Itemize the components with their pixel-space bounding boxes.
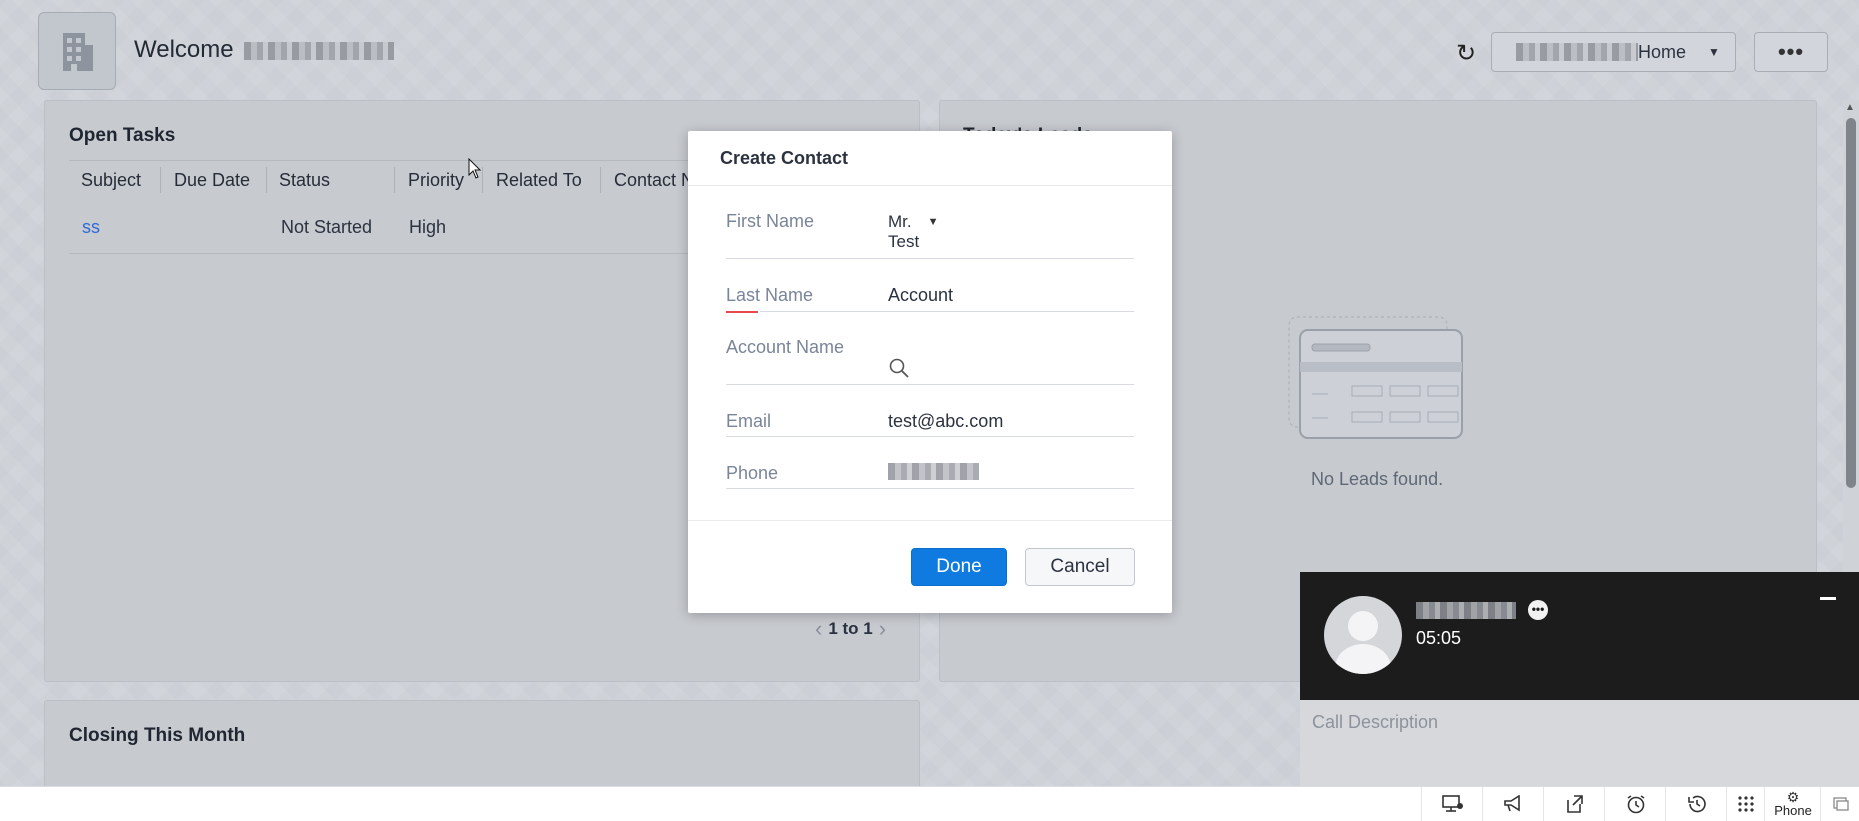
- account-name-label: Account Name: [726, 337, 845, 357]
- phone-label: Phone: [1774, 802, 1812, 818]
- avatar: [1324, 596, 1402, 674]
- call-timer: 05:05: [1416, 628, 1462, 648]
- column-divider: [482, 167, 483, 193]
- modal-footer-divider: [688, 520, 1172, 521]
- column-divider: [160, 167, 161, 193]
- last-name-input[interactable]: Account: [888, 285, 953, 306]
- screen-share-button[interactable]: [1421, 787, 1483, 821]
- modal-title: Create Contact: [720, 148, 849, 168]
- chat-icon: [1832, 797, 1849, 811]
- reminders-button[interactable]: [1604, 787, 1666, 821]
- building-icon: [63, 33, 93, 71]
- field-underline: [726, 258, 1134, 259]
- field-underline: [726, 436, 1134, 437]
- empty-leads-illustration: [1288, 316, 1468, 447]
- chevron-down-icon: ▼: [1708, 45, 1720, 59]
- field-underline: [726, 488, 1134, 489]
- megaphone-icon: [1503, 795, 1520, 812]
- account-name-input[interactable]: [888, 357, 1134, 383]
- chat-button[interactable]: [1820, 787, 1859, 821]
- recent-items-button[interactable]: [1665, 787, 1727, 821]
- column-divider: [600, 167, 601, 193]
- open-tasks-title: Open Tasks: [69, 125, 176, 146]
- call-description-field[interactable]: Call Description: [1300, 700, 1859, 786]
- no-leads-message: No Leads found.: [1311, 469, 1444, 489]
- email-input[interactable]: test@abc.com: [888, 411, 1003, 432]
- done-button[interactable]: Done: [911, 548, 1007, 586]
- task-subject-link[interactable]: ss: [82, 217, 100, 238]
- column-related-to[interactable]: Related To: [496, 170, 582, 191]
- welcome-heading: Welcome: [134, 36, 395, 64]
- field-underline: [760, 311, 1134, 312]
- transfer-icon: [1566, 795, 1583, 813]
- chevron-left-icon[interactable]: ‹: [815, 616, 822, 642]
- call-description-placeholder: Call Description: [1312, 712, 1439, 732]
- phone-input[interactable]: [888, 463, 979, 481]
- pagination: ‹ 1 to 1 ›: [815, 616, 886, 642]
- first-name-input[interactable]: Test: [888, 232, 919, 252]
- pagination-range: 1 to 1: [828, 619, 873, 638]
- caller-more-icon[interactable]: •••: [1528, 600, 1548, 620]
- alarm-icon: [1627, 795, 1644, 814]
- screen-share-icon: [1441, 795, 1463, 812]
- email-label: Email: [726, 411, 772, 431]
- last-name-label: Last Name: [726, 285, 814, 305]
- redacted-phone: [888, 463, 979, 481]
- column-priority[interactable]: Priority: [408, 170, 464, 191]
- refresh-icon: ↻: [1455, 40, 1477, 67]
- field-underline: [726, 384, 1134, 385]
- search-icon: [889, 358, 909, 378]
- home-view-selector[interactable]: Home ▼: [1491, 32, 1736, 72]
- salutation-select[interactable]: Mr. ▼: [888, 212, 939, 232]
- column-divider: [394, 167, 395, 193]
- column-contact-name[interactable]: Contact N: [614, 170, 694, 191]
- history-icon: [1687, 795, 1706, 813]
- column-divider: [266, 167, 267, 193]
- apps-button[interactable]: [1726, 787, 1765, 821]
- cancel-button[interactable]: Cancel: [1025, 548, 1135, 586]
- grid-icon: [1738, 796, 1754, 812]
- home-selector-label: Home: [1638, 41, 1687, 62]
- company-logo: [38, 12, 116, 90]
- chevron-down-icon: ▼: [927, 216, 939, 228]
- phone-label: Phone: [726, 463, 779, 483]
- refresh-button[interactable]: ↻: [1452, 40, 1480, 68]
- mouse-cursor-icon: [468, 157, 482, 185]
- create-contact-modal: Create Contact First Name Mr. ▼ Test Las…: [688, 131, 1172, 613]
- column-due-date[interactable]: Due Date: [174, 170, 250, 191]
- redacted-caller-name: [1416, 602, 1516, 619]
- settings-icon: ⚙: [1786, 788, 1800, 805]
- redacted-username: [244, 41, 395, 60]
- announcements-button[interactable]: [1482, 787, 1544, 821]
- phone-settings-button[interactable]: ⚙ Phone: [1764, 787, 1821, 821]
- transfer-button[interactable]: [1543, 787, 1605, 821]
- bottom-toolbar: ⚙ Phone: [0, 786, 1859, 821]
- scroll-up-icon[interactable]: ▲: [1845, 102, 1855, 113]
- salutation-value: Mr.: [888, 212, 912, 231]
- closing-this-month-title: Closing This Month: [69, 725, 246, 746]
- modal-header-divider: [688, 185, 1172, 186]
- user-placeholder-icon: [1335, 611, 1391, 674]
- more-options-button[interactable]: •••: [1754, 32, 1828, 72]
- minimize-icon[interactable]: [1820, 597, 1836, 600]
- column-status[interactable]: Status: [279, 170, 330, 191]
- column-subject[interactable]: Subject: [81, 170, 141, 191]
- first-name-label: First Name: [726, 211, 815, 231]
- task-priority: High: [409, 217, 447, 237]
- required-indicator: [726, 311, 758, 313]
- chevron-right-icon[interactable]: ›: [879, 616, 886, 642]
- task-status: Not Started: [281, 217, 373, 237]
- scrollbar-thumb[interactable]: [1846, 118, 1856, 488]
- redacted-name: [1516, 43, 1638, 61]
